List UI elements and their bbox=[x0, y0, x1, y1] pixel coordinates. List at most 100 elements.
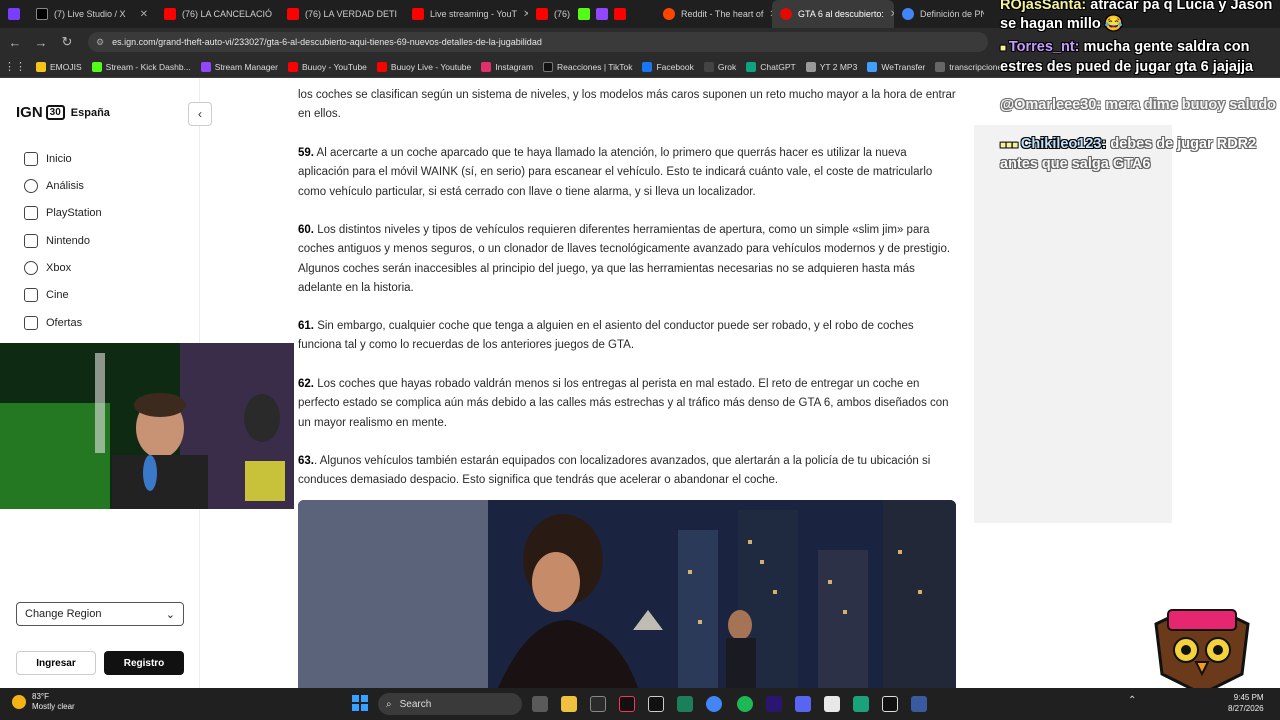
sidebar-item-nintendo[interactable]: Nintendo bbox=[24, 234, 90, 248]
paragraph-number: 59. bbox=[298, 147, 314, 159]
url-text: es.ign.com/grand-theft-auto-vi/233027/gt… bbox=[112, 37, 542, 47]
bookmark-label: WeTransfer bbox=[881, 61, 926, 72]
close-icon[interactable]: ✕ bbox=[134, 9, 148, 20]
article-paragraph: 63.. Algunos vehículos también estarán e… bbox=[298, 452, 958, 491]
bookmark[interactable]: EMOJIS bbox=[36, 61, 82, 72]
close-icon[interactable]: ✕ bbox=[397, 9, 404, 20]
notepad-icon[interactable] bbox=[824, 696, 840, 712]
app-icon[interactable] bbox=[853, 696, 869, 712]
bookmark[interactable]: ChatGPT bbox=[746, 61, 796, 72]
close-icon[interactable]: ✕ bbox=[517, 9, 528, 20]
capcut-icon[interactable] bbox=[648, 696, 664, 712]
bookmark[interactable]: YT 2 MP3 bbox=[805, 61, 857, 72]
ign-logo[interactable]: IGN 30 España bbox=[16, 104, 110, 121]
reload-icon[interactable]: ↻ bbox=[56, 31, 78, 53]
twitch-icon bbox=[596, 8, 609, 20]
task-view-icon[interactable] bbox=[532, 696, 548, 712]
collapse-sidebar-button[interactable]: ‹ bbox=[188, 102, 212, 126]
bookmark-icon bbox=[642, 61, 653, 72]
app-icon[interactable] bbox=[911, 696, 927, 712]
close-icon[interactable]: ✕ bbox=[272, 9, 279, 20]
change-region-select[interactable]: Change Region ⌄ bbox=[16, 602, 184, 626]
sidebar-item-cine[interactable]: Cine bbox=[24, 288, 69, 302]
article-paragraph: 62. Los coches que hayas robado valdrán … bbox=[298, 375, 958, 433]
premiere-icon[interactable] bbox=[766, 696, 782, 712]
bookmark-label: transcripciones bbox=[949, 61, 1007, 72]
back-icon[interactable]: ← bbox=[4, 31, 26, 53]
bookmark[interactable]: WeTransfer bbox=[867, 61, 926, 72]
chevron-up-icon[interactable]: ⌃ bbox=[1128, 695, 1136, 706]
apps-icon[interactable]: ⋮⋮ bbox=[4, 56, 26, 78]
paragraph-number: 60. bbox=[298, 224, 314, 236]
bookmark[interactable]: Buuoy Live - Youtube bbox=[376, 61, 472, 72]
bookmark-label: EMOJIS bbox=[50, 61, 82, 72]
bookmark[interactable]: Stream - Kick Dashb... bbox=[91, 61, 191, 72]
tab[interactable]: Reddit - The heart of ✕ bbox=[655, 0, 772, 28]
windows-start-icon[interactable] bbox=[352, 695, 368, 711]
tab[interactable]: (76) LA VERDAD DETI ✕ bbox=[279, 0, 404, 28]
obs-icon[interactable] bbox=[590, 696, 606, 712]
bookmark-icon bbox=[703, 61, 714, 72]
tab-active[interactable]: GTA 6 al descubierto: ✕ bbox=[772, 0, 894, 28]
spotify-icon[interactable] bbox=[737, 696, 753, 712]
paragraph-text: Sin embargo, cualquier coche que tenga a… bbox=[298, 320, 914, 352]
tab-profile[interactable] bbox=[0, 0, 28, 28]
bookmark-icon bbox=[805, 61, 816, 72]
sidebar-item-xbox[interactable]: Xbox bbox=[24, 261, 71, 275]
kick-icon bbox=[578, 8, 591, 20]
url-input[interactable]: ⚙ es.ign.com/grand-theft-auto-vi/233027/… bbox=[88, 32, 988, 52]
tab[interactable]: (76) bbox=[528, 0, 655, 28]
bookmark[interactable]: Buuoy - YouTube bbox=[288, 61, 367, 72]
tiktok-icon[interactable] bbox=[619, 696, 635, 712]
bookmark[interactable]: Instagram bbox=[481, 61, 533, 72]
bookmark[interactable]: Facebook bbox=[642, 61, 694, 72]
tab-label: Definición de PN| en bbox=[920, 9, 984, 19]
sidebar-item-inicio[interactable]: Inicio bbox=[24, 152, 72, 166]
tab-label: Live streaming - YouT bbox=[430, 9, 518, 19]
google-icon bbox=[902, 8, 914, 20]
close-icon[interactable]: ✕ bbox=[763, 9, 772, 20]
davinci-icon[interactable] bbox=[882, 696, 898, 712]
right-rail-ad bbox=[974, 125, 1172, 523]
bookmark-label: Buuoy Live - Youtube bbox=[390, 61, 472, 72]
weather-icon bbox=[12, 695, 26, 709]
bookmark[interactable]: Reacciones | TikTok bbox=[543, 61, 632, 72]
tab[interactable]: Live streaming - YouT ✕ bbox=[404, 0, 528, 28]
bookmark[interactable]: Grok bbox=[703, 61, 736, 72]
nintendo-icon bbox=[24, 234, 38, 248]
bookmark[interactable]: Stream Manager bbox=[200, 61, 278, 72]
sidebar-item-ofertas[interactable]: Ofertas bbox=[24, 316, 82, 330]
taskbar-clock[interactable]: 9:45 PM 8/27/2026 bbox=[1228, 692, 1264, 714]
register-button[interactable]: Registro bbox=[104, 651, 184, 675]
app-icon[interactable] bbox=[677, 696, 693, 712]
bookmark[interactable]: transcripciones bbox=[935, 61, 1007, 72]
login-button[interactable]: Ingresar bbox=[16, 651, 96, 675]
weather-widget[interactable]: 83°F Mostly clear bbox=[12, 692, 75, 712]
chrome-icon[interactable] bbox=[706, 696, 722, 712]
chat-username: Chikileo123: bbox=[1020, 136, 1107, 152]
sidebar-item-playstation[interactable]: PlayStation bbox=[24, 206, 102, 220]
sidebar-item-label: Ofertas bbox=[46, 317, 83, 329]
discord-icon[interactable] bbox=[795, 696, 811, 712]
review-icon bbox=[24, 179, 38, 193]
tab[interactable]: Definición de PN| en bbox=[894, 0, 984, 28]
youtube-icon bbox=[164, 8, 176, 20]
taskbar-search[interactable]: ⌕ Search bbox=[378, 693, 522, 715]
chat-message: @Omarleee30: mera dime buuoy saludo bbox=[1000, 96, 1280, 115]
forward-icon[interactable]: → bbox=[30, 31, 52, 53]
bookmark-icon bbox=[288, 61, 298, 72]
tab[interactable]: (7) Live Studio / X ✕ bbox=[28, 0, 156, 28]
tab[interactable]: (76) LA CANCELACIÓ ✕ bbox=[156, 0, 279, 28]
sidebar-item-analisis[interactable]: Análisis bbox=[24, 179, 84, 193]
site-info-icon[interactable]: ⚙ bbox=[96, 37, 104, 48]
close-icon[interactable]: ✕ bbox=[884, 9, 894, 20]
bookmark-icon bbox=[200, 61, 211, 72]
chevron-down-icon: ⌄ bbox=[165, 608, 175, 621]
sidebar-item-label: Análisis bbox=[46, 180, 84, 192]
bookmark-icon bbox=[935, 61, 946, 72]
file-explorer-icon[interactable] bbox=[561, 696, 577, 712]
paragraph-text: los coches se clasifican según un sistem… bbox=[298, 89, 956, 121]
logo-badge: 30 bbox=[45, 105, 65, 120]
tab-label: Reddit - The heart of bbox=[681, 9, 764, 19]
bookmark-icon bbox=[91, 61, 102, 72]
